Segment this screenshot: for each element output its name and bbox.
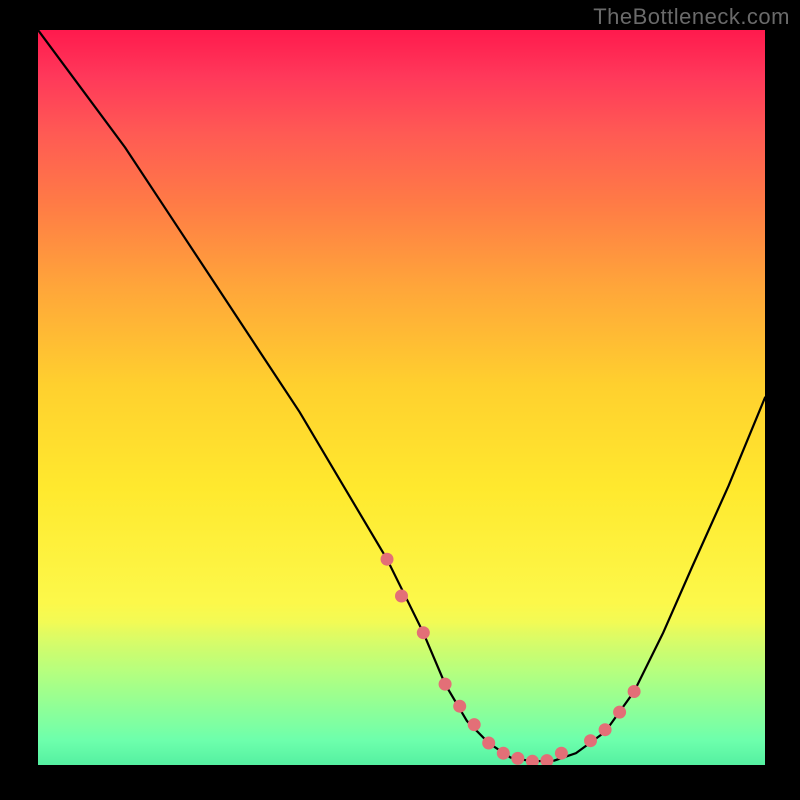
highlight-marker <box>599 723 612 736</box>
highlight-marker <box>628 685 641 698</box>
plot-area <box>38 30 765 765</box>
highlight-marker <box>555 747 568 760</box>
bottleneck-curve-path <box>38 30 765 761</box>
highlight-markers-group <box>381 553 641 765</box>
highlight-marker <box>417 626 430 639</box>
highlight-marker <box>439 678 452 691</box>
watermark-text: TheBottleneck.com <box>593 4 790 30</box>
highlight-marker <box>381 553 394 566</box>
highlight-marker <box>453 700 466 713</box>
highlight-marker <box>540 754 553 765</box>
bottleneck-curve-svg <box>38 30 765 765</box>
highlight-marker <box>395 590 408 603</box>
highlight-marker <box>468 718 481 731</box>
highlight-marker <box>482 737 495 750</box>
highlight-marker <box>613 706 626 719</box>
chart-frame: TheBottleneck.com <box>0 0 800 800</box>
highlight-marker <box>526 755 539 765</box>
highlight-marker <box>511 752 524 765</box>
highlight-marker <box>584 734 597 747</box>
highlight-marker <box>497 747 510 760</box>
